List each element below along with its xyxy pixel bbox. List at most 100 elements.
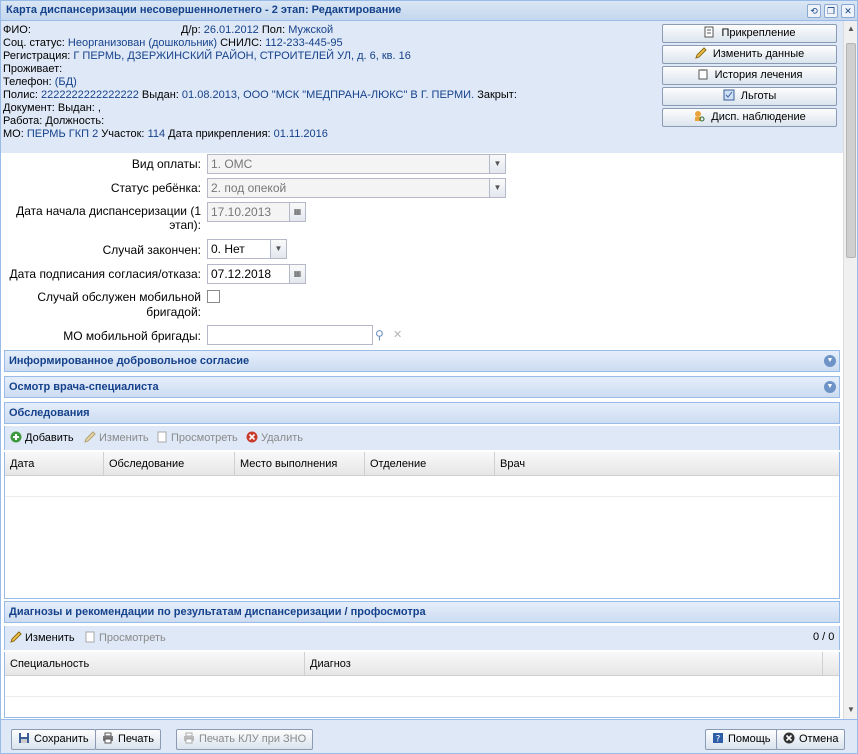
patient-dob: 26.01.2012 (203, 24, 259, 36)
exams-grid: Дата Обследование Место выполнения Отдел… (4, 452, 840, 599)
exam-edit-button[interactable]: Изменить (84, 431, 149, 444)
grid-row-line (5, 696, 839, 697)
exam-delete-button[interactable]: Удалить (246, 431, 303, 444)
printer-icon (184, 732, 194, 744)
patient-snils: 112-233-445-95 (265, 37, 343, 49)
col-doctor[interactable]: Врач (495, 452, 839, 476)
patient-phone: (БД) (54, 76, 77, 88)
patient-phone-line: Телефон: (БД) (3, 76, 77, 88)
patient-sex: Мужской (288, 24, 334, 36)
exam-add-button[interactable]: Добавить (10, 431, 74, 444)
finished-combo[interactable]: 0. Нет ▼ (207, 239, 287, 259)
document-icon (157, 431, 167, 443)
patient-lives-line: Проживает: (3, 63, 63, 75)
patient-polis-issued: 01.08.2013, ООО "МСК "МЕДПРАНА-ЛЮКС" В Г… (181, 89, 475, 101)
patient-mo-line: МО: ПЕРМЬ ГКП 2 Участок: 114 Дата прикре… (3, 128, 328, 140)
patient-polis-line: Полис: 2222222222222222 Выдан: 01.08.201… (3, 89, 517, 101)
mobile-brigade-checkbox[interactable] (207, 290, 220, 303)
dispensary-card-window: Карта диспансеризации несовершеннолетнег… (0, 0, 858, 754)
scroll-up-icon[interactable]: ▲ (846, 24, 856, 33)
attach-button[interactable]: Прикрепление (662, 24, 837, 43)
diagnoses-panel-header[interactable]: Диагнозы и рекомендации по результатам д… (4, 601, 840, 623)
diagnoses-grid-header: Специальность Диагноз (5, 652, 839, 676)
exams-grid-header: Дата Обследование Место выполнения Отдел… (5, 452, 839, 476)
col-exam[interactable]: Обследование (104, 452, 235, 476)
pencil-icon (694, 47, 707, 59)
consent-date-field[interactable]: 07.12.2018 ▦ (207, 264, 306, 284)
patient-info-panel: ФИО: Д/р: 26.01.2012 Пол: Мужской Соц. с… (1, 21, 843, 153)
maximize-icon[interactable]: ❐ (824, 4, 838, 18)
patient-registration: Г ПЕРМЬ, ДЗЕРЖИНСКИЙ РАЙОН, СТРОИТЕЛЕЙ У… (73, 50, 411, 62)
clear-icon[interactable]: ✕ (393, 328, 402, 341)
treatment-history-button[interactable]: История лечения (662, 66, 837, 85)
exam-view-button[interactable]: Просмотреть (156, 431, 238, 444)
col-specialty[interactable]: Специальность (5, 652, 305, 676)
print-klu-button[interactable]: Печать КЛУ при ЗНО (176, 729, 314, 750)
expand-icon[interactable]: ▼ (824, 355, 836, 367)
finished-label: Случай закончен: (102, 243, 201, 257)
diag-view-button[interactable]: Просмотреть (84, 631, 166, 644)
calendar-icon[interactable]: ▦ (289, 202, 306, 222)
patient-social-status: Неорганизован (дошкольник) (67, 37, 218, 49)
expand-icon[interactable]: ▼ (824, 381, 836, 393)
edit-data-button[interactable]: Изменить данные (662, 45, 837, 64)
vertical-scrollbar[interactable]: ▲ ▼ (843, 21, 857, 719)
diag-edit-button[interactable]: Изменить (10, 631, 75, 644)
patient-area: 114 (147, 128, 166, 140)
col-department[interactable]: Отделение (365, 452, 495, 476)
grid-row-line (5, 496, 839, 497)
mo-mobile-label: МО мобильной бригады: (63, 329, 201, 343)
payment-label: Вид оплаты: (131, 157, 201, 171)
col-diagnosis[interactable]: Диагноз (305, 652, 823, 676)
start-date-label: Дата начала диспансеризации (1 этап): (16, 204, 201, 232)
specialist-panel-header[interactable]: Осмотр врача-специалиста ▼ (4, 376, 840, 398)
print-button[interactable]: Печать (95, 729, 162, 750)
patient-mo: ПЕРМЬ ГКП 2 (26, 128, 99, 140)
patient-attach-date: 01.11.2016 (273, 128, 328, 140)
window-titlebar: Карта диспансеризации несовершеннолетнег… (1, 1, 857, 21)
save-button[interactable]: Сохранить (11, 729, 96, 750)
disp-observation-button[interactable]: Дисп. наблюдение (662, 108, 837, 127)
child-status-label: Статус ребёнка: (110, 181, 201, 195)
consent-panel-header[interactable]: Информированное добровольное согласие ▼ (4, 350, 840, 372)
benefits-button[interactable]: Льготы (662, 87, 837, 106)
add-icon (10, 431, 22, 443)
diag-counter: 0 / 0 (813, 631, 835, 643)
mobile-brigade-label: Случай обслужен мобильной бригадой: (37, 290, 201, 319)
col-place[interactable]: Место выполнения (235, 452, 365, 476)
payment-combo[interactable]: 1. ОМС ▼ (207, 154, 506, 174)
pencil-icon (84, 431, 96, 443)
child-status-combo[interactable]: 2. под опекой ▼ (207, 178, 506, 198)
refresh-icon[interactable]: ⟲ (807, 4, 821, 18)
chevron-down-icon[interactable]: ▼ (270, 239, 287, 259)
patient-fio-line: ФИО: Д/р: 26.01.2012 Пол: Мужской (3, 24, 334, 36)
cancel-button[interactable]: Отмена (776, 729, 846, 750)
patient-social-line: Соц. статус: Неорганизован (дошкольник) … (3, 37, 343, 49)
start-date-field[interactable]: 17.10.2013 ▦ (207, 202, 306, 222)
pencil-icon (10, 631, 22, 643)
svg-text:?: ? (716, 735, 721, 745)
attach-icon (704, 26, 714, 38)
chevron-down-icon[interactable]: ▼ (489, 178, 506, 198)
exams-toolbar: Добавить Изменить Просмотреть Удалить (4, 426, 840, 450)
scroll-down-icon[interactable]: ▼ (846, 705, 856, 714)
window-title: Карта диспансеризации несовершеннолетнег… (6, 4, 402, 16)
user-observe-icon (695, 111, 705, 122)
col-date[interactable]: Дата (5, 452, 104, 476)
chevron-down-icon[interactable]: ▼ (489, 154, 506, 174)
help-button[interactable]: ? Помощь (705, 729, 778, 750)
mo-mobile-input[interactable] (207, 325, 373, 345)
printer-icon (103, 732, 113, 744)
search-icon[interactable]: ⚲ (375, 328, 384, 342)
help-icon: ? (713, 733, 723, 745)
footer-bar: Сохранить Печать Печать КЛУ при ЗНО ? Пом… (1, 719, 857, 753)
close-icon[interactable]: ✕ (841, 4, 855, 18)
calendar-icon[interactable]: ▦ (289, 264, 306, 284)
delete-icon (246, 431, 258, 443)
benefits-icon (723, 89, 735, 101)
exams-panel-header[interactable]: Обследования (4, 402, 840, 424)
scroll-thumb[interactable] (846, 43, 856, 258)
save-icon (19, 733, 29, 743)
patient-polis: 2222222222222222 (40, 89, 139, 101)
document-icon (85, 631, 95, 643)
